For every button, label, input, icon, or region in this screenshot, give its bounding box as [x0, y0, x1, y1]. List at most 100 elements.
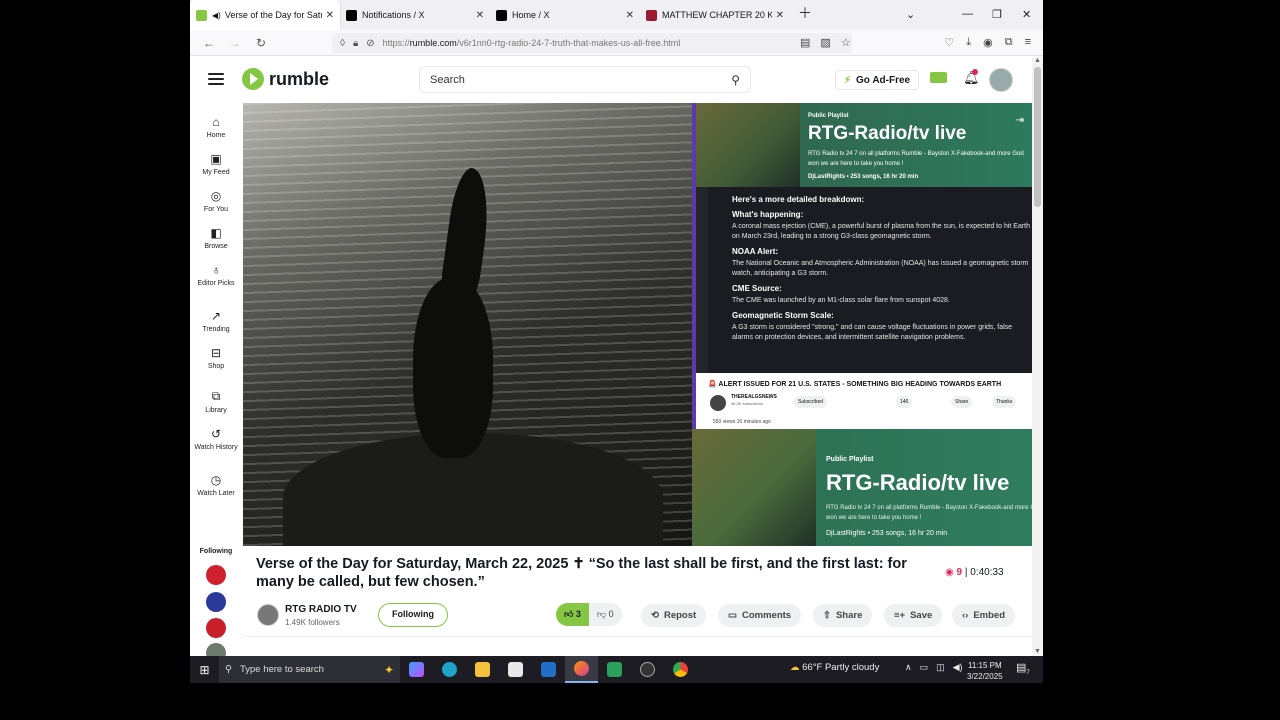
extensions-icon[interactable]: ⧉	[1005, 36, 1013, 49]
firefox-app-icon[interactable]	[565, 656, 598, 683]
tray-chevron-icon[interactable]: ∧	[905, 662, 912, 673]
sidebar-item-editor-picks[interactable]: ♁ Editor Picks	[190, 263, 242, 287]
sidebar-item-library[interactable]: ⧉ Library	[190, 389, 242, 414]
sidebar-item-home[interactable]: ⌂ Home	[190, 115, 242, 139]
library-icon: ⧉	[211, 389, 221, 403]
channel-name[interactable]: RTG RADIO TV	[285, 604, 357, 615]
sidebar-item-for-you[interactable]: ◎ For You	[190, 189, 242, 213]
sidebar-item-watch-history[interactable]: ↺ Watch History	[190, 427, 242, 451]
forward-icon[interactable]: →	[228, 36, 242, 50]
download-icon[interactable]: ⤓	[966, 36, 971, 49]
green-app-icon[interactable]	[598, 656, 631, 683]
close-tab-icon[interactable]: ✕	[626, 10, 634, 21]
notifications-bell-icon[interactable]: 🔔︎	[963, 69, 980, 86]
search-icon[interactable]: ⚲	[731, 73, 740, 87]
sidebar-item-browse[interactable]: ◧ Browse	[190, 226, 242, 250]
repost-button[interactable]: ⟲ Repost	[641, 604, 707, 627]
obs-app-icon[interactable]	[631, 656, 664, 683]
rumble-logo[interactable]: rumble	[242, 68, 329, 90]
tab-title: Verse of the Day for Saturday, March 22,…	[224, 10, 322, 20]
scroll-up-icon[interactable]: ▲	[1032, 57, 1043, 64]
comments-button[interactable]: ▭ Comments	[718, 604, 802, 627]
close-window-icon[interactable]: ✕	[1022, 8, 1031, 21]
search-input[interactable]: Search ⚲	[419, 66, 751, 93]
tab-matthew-kjv[interactable]: MATTHEW CHAPTER 20 KJV ✕	[640, 0, 790, 30]
news-video-card: 🚨 ALERT ISSUED FOR 21 U.S. STATES - SOME…	[696, 373, 1032, 429]
page-scrollbar[interactable]: ▲ ▼	[1032, 57, 1043, 655]
back-icon[interactable]: ←	[202, 36, 216, 50]
tab-rumble-video[interactable]: ◀) Verse of the Day for Saturday, March …	[190, 0, 340, 30]
breakdown-document: Here's a more detailed breakdown: What's…	[708, 187, 1032, 373]
feed-icon: ▣	[210, 152, 222, 166]
notification-center-icon[interactable]: ▤7	[1016, 661, 1030, 676]
file-explorer-app-icon[interactable]	[466, 656, 499, 683]
close-tab-icon[interactable]: ✕	[776, 10, 784, 21]
scroll-down-icon[interactable]: ▼	[1032, 648, 1043, 655]
tab-notifications-x[interactable]: Notifications / X ✕	[340, 0, 490, 30]
exit-icon: ⇥	[1015, 115, 1024, 126]
hamburger-menu-icon[interactable]	[208, 73, 224, 85]
upload-camera-icon[interactable]	[930, 72, 947, 83]
history-icon: ↺	[210, 427, 222, 441]
like-count: 3	[575, 609, 581, 619]
sidebar-item-label: Watch History	[194, 444, 238, 451]
sidebar-item-shop[interactable]: ⊟ Shop	[190, 346, 242, 370]
sidebar-item-my-feed[interactable]: ▣ My Feed	[190, 152, 242, 176]
followed-channel-avatar[interactable]	[206, 618, 226, 638]
news-channel-avatar	[710, 395, 726, 411]
account-icon[interactable]: ◉	[983, 36, 993, 49]
followed-channel-avatar[interactable]	[206, 565, 226, 585]
url-bar[interactable]: ◊ 🔒︎ ⊘ https://rumble.com/v6r1nn0-rtg-ra…	[332, 33, 852, 53]
minimize-icon[interactable]: —	[962, 8, 973, 20]
embed-button[interactable]: ‹› Embed	[952, 604, 1016, 627]
target-icon: ◎	[210, 189, 222, 203]
shield-icon: ◊	[340, 37, 345, 49]
chrome-app-icon[interactable]	[664, 656, 697, 683]
channel-avatar[interactable]	[257, 604, 279, 626]
playlist-title-large: RTG-Radio/tv live	[826, 470, 1010, 495]
reload-icon[interactable]: ↻	[254, 36, 268, 50]
outlook-app-icon[interactable]	[532, 656, 565, 683]
sidebar-item-watch-later[interactable]: ◷ Watch Later	[190, 473, 242, 497]
sidebar-item-label: Home	[206, 132, 226, 139]
weather-widget[interactable]: ☁ 66°F Partly cloudy	[790, 662, 879, 673]
toolbar-right: ♡ ⤓ ◉ ⧉ ≡	[944, 36, 1031, 49]
playlist-desc-large-2: won we are here to take you home !	[826, 515, 922, 521]
taskbar-clock[interactable]: 11:15 PM 3/22/2025	[967, 660, 1003, 682]
network-icon[interactable]: ▭	[920, 662, 929, 673]
tab-list-chevron-icon[interactable]: ⌄	[906, 8, 915, 21]
sidebar-item-trending[interactable]: ↗ Trending	[190, 309, 242, 333]
following-button[interactable]: Following	[378, 603, 448, 627]
video-duration: 0:40:33	[970, 567, 1004, 578]
save-button[interactable]: ≡+ Save	[884, 604, 943, 627]
picture-icon[interactable]: ▨	[820, 36, 830, 49]
display-icon[interactable]: ◫	[936, 662, 945, 673]
windows-start-icon[interactable]: ⊞	[190, 656, 219, 683]
copilot-app-icon[interactable]	[400, 656, 433, 683]
pocket-icon[interactable]: ♡	[944, 36, 954, 49]
tab-home-x[interactable]: Home / X ✕	[490, 0, 640, 30]
share-button[interactable]: ⇧ Share	[813, 604, 873, 627]
like-button[interactable]: 👍︎ 3	[556, 603, 589, 626]
go-ad-free-button[interactable]: ⚡︎ Go Ad-Free	[835, 70, 920, 90]
video-player[interactable]: Public Playlist RTG-Radio/tv live RTG Ra…	[243, 103, 1032, 546]
edge-app-icon[interactable]	[433, 656, 466, 683]
taskbar-search-input[interactable]: ⚲ Type here to search ✦	[219, 656, 400, 683]
followed-channel-avatar[interactable]	[206, 592, 226, 612]
close-tab-icon[interactable]: ✕	[326, 10, 334, 21]
news-channel: THEREALGSNEWS	[731, 394, 777, 400]
views-eye-icon: ◉	[945, 567, 954, 578]
restore-icon[interactable]: ❐	[992, 8, 1002, 21]
new-tab-icon[interactable]: ＋	[798, 3, 812, 23]
menu-icon[interactable]: ≡	[1025, 36, 1031, 49]
taskbar-search-placeholder: Type here to search	[239, 664, 324, 675]
close-tab-icon[interactable]: ✕	[476, 10, 484, 21]
store-app-icon[interactable]	[499, 656, 532, 683]
volume-icon[interactable]: ◀)	[953, 662, 963, 673]
scrollbar-thumb[interactable]	[1034, 67, 1041, 207]
reader-view-icon[interactable]: ▤	[800, 36, 810, 49]
dislike-button[interactable]: 👎︎ 0	[588, 603, 622, 626]
bookmark-star-icon[interactable]: ☆	[841, 36, 851, 49]
doc-section-heading: What's happening:	[732, 210, 804, 219]
user-avatar[interactable]	[989, 68, 1013, 92]
